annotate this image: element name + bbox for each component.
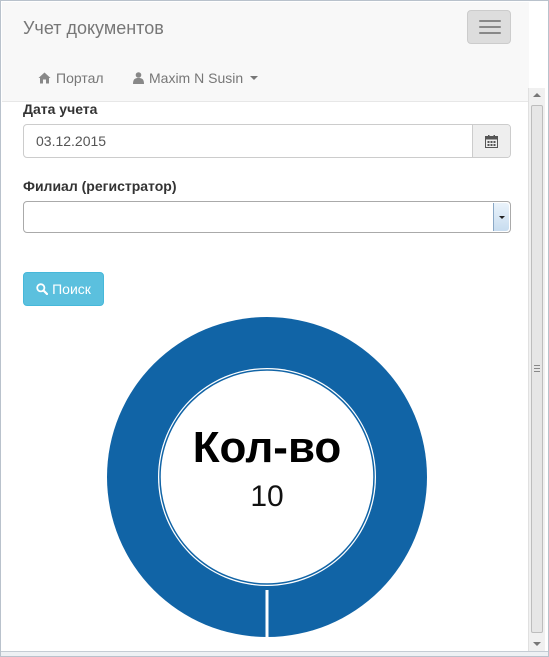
vertical-scrollbar[interactable]: [528, 88, 545, 651]
donut-chart: [107, 317, 427, 637]
scroll-down-icon[interactable]: [533, 642, 541, 646]
browser-window: Учет документов Портал Maxim N Susin Дат…: [0, 0, 549, 657]
donut-center-label: Кол-во: [192, 423, 342, 472]
grip-line: [534, 365, 540, 366]
grip-line: [534, 368, 540, 369]
scroll-up-icon[interactable]: [533, 93, 541, 97]
grip-line: [534, 371, 540, 372]
scrollbar-thumb[interactable]: [531, 105, 543, 633]
window-bottom-edge: [1, 651, 548, 656]
donut-center-value: 10: [250, 480, 284, 513]
donut-hole: [158, 368, 376, 586]
